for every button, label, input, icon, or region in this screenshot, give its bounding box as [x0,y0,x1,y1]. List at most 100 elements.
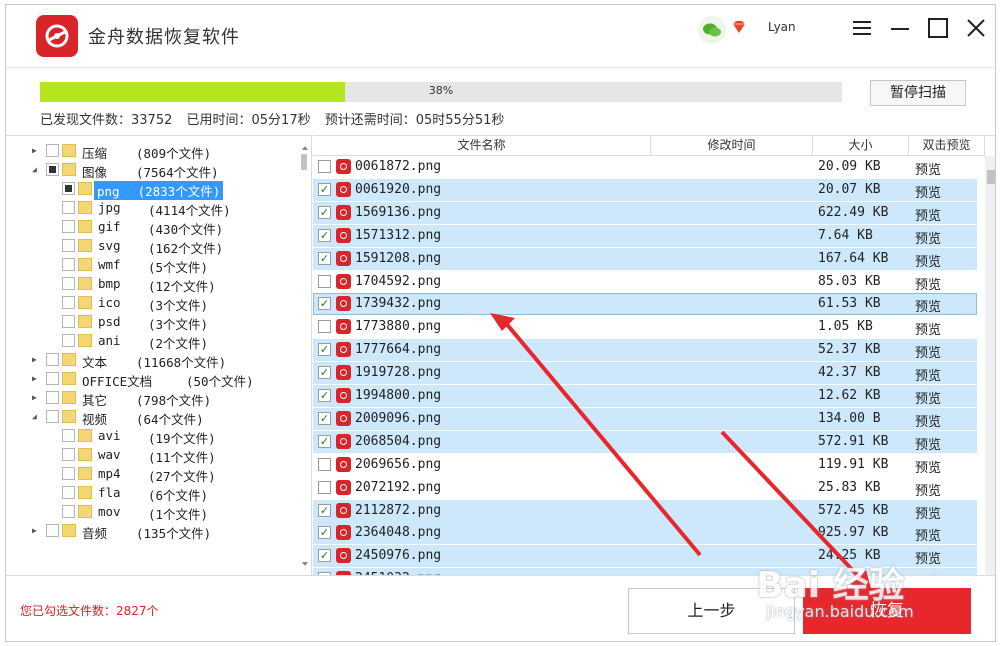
file-row[interactable]: 1704592.png 85.03 KB 预览 [313,271,977,293]
expand-arrow-icon[interactable]: ▶ [32,355,37,364]
file-checkbox[interactable]: ✓ [318,251,331,265]
file-checkbox[interactable]: ✓ [318,228,331,242]
file-checkbox[interactable]: ✓ [318,549,331,563]
preview-link[interactable]: 预览 [915,457,941,476]
file-row[interactable]: 2072192.png 25.83 KB 预览 [313,477,977,499]
tree-item[interactable]: wav (11个文件) [6,445,306,465]
file-row[interactable]: 0061872.png 20.09 KB 预览 [313,156,977,178]
expand-arrow-icon[interactable]: ▶ [32,393,37,402]
file-row[interactable]: ✓ 2068504.png 572.91 KB 预览 [313,430,977,453]
file-row[interactable]: ✓ 1571312.png 7.64 KB 预览 [313,224,977,247]
file-list-scrollbar[interactable] [985,156,995,575]
preview-link[interactable]: 预览 [915,205,941,224]
tree-checkbox[interactable] [62,220,75,233]
file-row[interactable]: 2069656.png 119.91 KB 预览 [313,454,977,476]
file-row[interactable]: ✓ 2112872.png 572.45 KB 预览 [313,499,977,522]
tree-checkbox[interactable] [46,524,59,537]
tree-checkbox[interactable] [46,144,59,157]
collapse-arrow-icon[interactable]: ◢ [32,165,37,174]
file-checkbox[interactable]: ✓ [318,411,331,425]
expand-arrow-icon[interactable]: ▶ [32,146,37,155]
maximize-icon[interactable] [924,14,952,42]
column-header-modified[interactable]: 修改时间 [651,136,813,156]
tree-item[interactable]: gif (430个文件) [6,217,306,237]
file-row[interactable]: 1773880.png 1.05 KB 预览 [313,316,977,338]
tree-item[interactable]: ▶ 压缩 (809个文件) [6,141,306,161]
file-row[interactable]: ✓ 2009096.png 134.00 B 预览 [313,407,977,430]
tree-checkbox[interactable] [62,429,75,442]
file-row[interactable]: ✓ 1569136.png 622.49 KB 预览 [313,201,977,224]
tree-checkbox[interactable] [62,201,75,214]
tree-checkbox[interactable] [46,372,59,385]
minimize-icon[interactable] [886,14,914,42]
preview-link[interactable]: 预览 [915,411,941,430]
tree-checkbox[interactable] [62,334,75,347]
close-icon[interactable] [962,14,990,42]
tree-item[interactable]: ani (2个文件) [6,331,306,351]
tree-checkbox[interactable] [62,505,75,518]
file-row[interactable]: ✓ 1994800.png 12.62 KB 预览 [313,385,977,407]
preview-link[interactable]: 预览 [915,319,941,338]
preview-link[interactable]: 预览 [915,274,941,293]
file-checkbox[interactable]: ✓ [318,389,331,402]
tree-checkbox[interactable] [62,486,75,499]
preview-link[interactable]: 预览 [915,182,941,201]
tree-checkbox[interactable] [46,410,59,423]
tree-checkbox[interactable] [62,258,75,271]
tree-item[interactable]: mov (1个文件) [6,502,306,522]
file-checkbox[interactable]: ✓ [318,343,331,357]
tree-checkbox[interactable] [62,182,75,195]
file-checkbox[interactable]: ✓ [318,434,331,448]
tree-item[interactable]: svg (162个文件) [6,236,306,256]
preview-link[interactable]: 预览 [915,503,941,522]
tree-item[interactable]: mp4 (27个文件) [6,464,306,484]
tree-item[interactable]: jpg (4114个文件) [6,198,306,218]
pause-scan-button[interactable]: 暂停扫描 [870,80,966,106]
tree-item[interactable]: fla (6个文件) [6,483,306,503]
tree-item[interactable]: bmp (12个文件) [6,274,306,294]
tree-item[interactable]: ico (3个文件) [6,293,306,313]
preview-link[interactable]: 预览 [915,525,941,544]
file-checkbox[interactable] [318,160,331,173]
tree-checkbox[interactable] [46,163,59,176]
preview-link[interactable]: 预览 [915,365,941,384]
tree-checkbox[interactable] [62,239,75,252]
tree-item[interactable]: ▶ 文本 (11668个文件) [6,350,306,370]
file-checkbox[interactable]: ✓ [318,366,331,380]
file-checkbox[interactable]: ✓ [318,182,331,196]
preview-link[interactable]: 预览 [915,228,941,247]
tree-item[interactable]: ▶ 其它 (798个文件) [6,388,306,408]
file-row[interactable]: ✓ 1777664.png 52.37 KB 预览 [313,339,977,362]
username[interactable]: Lyan [768,20,796,34]
file-checkbox[interactable]: ✓ [318,526,331,540]
preview-link[interactable]: 预览 [915,296,941,315]
file-row[interactable]: ✓ 1919728.png 42.37 KB 预览 [313,362,977,385]
collapse-arrow-icon[interactable]: ◢ [32,412,37,421]
column-header-size[interactable]: 大小 [813,136,909,156]
preview-link[interactable]: 预览 [915,159,941,178]
expand-arrow-icon[interactable]: ▶ [32,526,37,535]
tree-checkbox[interactable] [46,391,59,404]
menu-icon[interactable] [848,14,876,42]
tree-checkbox[interactable] [62,467,75,480]
tree-checkbox[interactable] [46,353,59,366]
tree-item[interactable]: png (2833个文件) [6,179,306,200]
tree-checkbox[interactable] [62,448,75,461]
file-checkbox[interactable] [318,320,331,334]
file-checkbox[interactable]: ✓ [318,205,331,219]
file-checkbox[interactable] [318,480,331,494]
tree-checkbox[interactable] [62,315,75,328]
file-checkbox[interactable]: ✓ [318,503,331,517]
file-row[interactable]: ✓ 0061920.png 20.07 KB 预览 [313,178,977,201]
expand-arrow-icon[interactable]: ▶ [32,374,37,383]
tree-item[interactable]: ◢ 图像 (7564个文件) [6,160,306,180]
vip-diamond-icon[interactable] [731,20,747,38]
preview-link[interactable]: 预览 [915,251,941,270]
preview-link[interactable]: 预览 [915,342,941,361]
preview-link[interactable]: 预览 [915,434,941,453]
tree-item[interactable]: wmf (5个文件) [6,255,306,275]
tree-item[interactable]: psd (3个文件) [6,312,306,332]
tree-checkbox[interactable] [62,296,75,309]
tree-checkbox[interactable] [62,277,75,290]
preview-link[interactable]: 预览 [915,388,941,407]
